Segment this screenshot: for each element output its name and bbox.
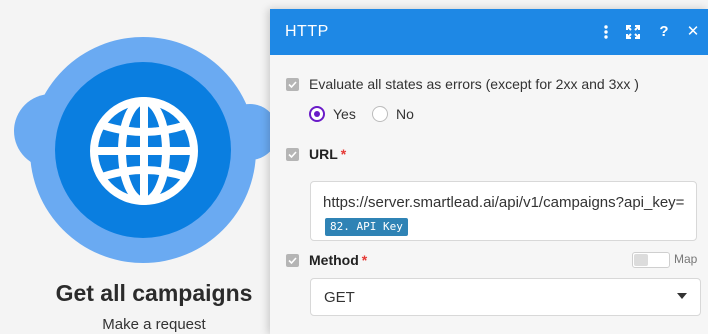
module-subtitle: Make a request [102,316,206,333]
method-select[interactable]: GET [310,278,701,316]
radio-yes-label[interactable]: Yes [333,106,356,122]
panel-title: HTTP [285,23,329,40]
radio-yes[interactable] [309,106,325,122]
method-select-value: GET [324,289,355,306]
expand-icon[interactable] [624,23,642,41]
chevron-down-icon [677,293,687,299]
http-settings-panel: HTTP ? ✕ Evaluate all states as errors (… [270,9,708,334]
evaluate-errors-label: Evaluate all states as errors (except fo… [309,76,639,92]
url-value[interactable]: https://server.smartlead.ai/api/v1/campa… [323,191,689,239]
method-label: Method * [309,252,367,268]
globe-icon [90,97,198,205]
evaluate-errors-collapse-toggle[interactable] [286,78,299,91]
map-toggle[interactable] [632,252,670,268]
required-mark: * [340,146,347,162]
panel-header: HTTP ? ✕ [270,9,708,55]
url-collapse-toggle[interactable] [286,148,299,161]
module-title: Get all campaigns [55,280,253,306]
url-text: https://server.smartlead.ai/api/v1/campa… [323,194,685,211]
method-collapse-toggle[interactable] [286,254,299,267]
close-icon[interactable]: ✕ [684,23,702,41]
panel-body: Evaluate all states as errors (except fo… [270,55,708,334]
radio-no-label[interactable]: No [396,106,414,122]
more-vertical-icon[interactable] [597,23,615,41]
radio-no[interactable] [372,106,388,122]
required-mark: * [361,252,368,268]
url-label-text: URL [309,146,338,162]
help-icon[interactable]: ? [655,23,673,41]
url-input[interactable]: https://server.smartlead.ai/api/v1/campa… [310,181,697,241]
map-label: Map [674,252,698,266]
method-label-text: Method [309,252,359,268]
api-key-variable-pill[interactable]: 82. API Key [325,218,408,236]
url-label: URL * [309,146,346,162]
